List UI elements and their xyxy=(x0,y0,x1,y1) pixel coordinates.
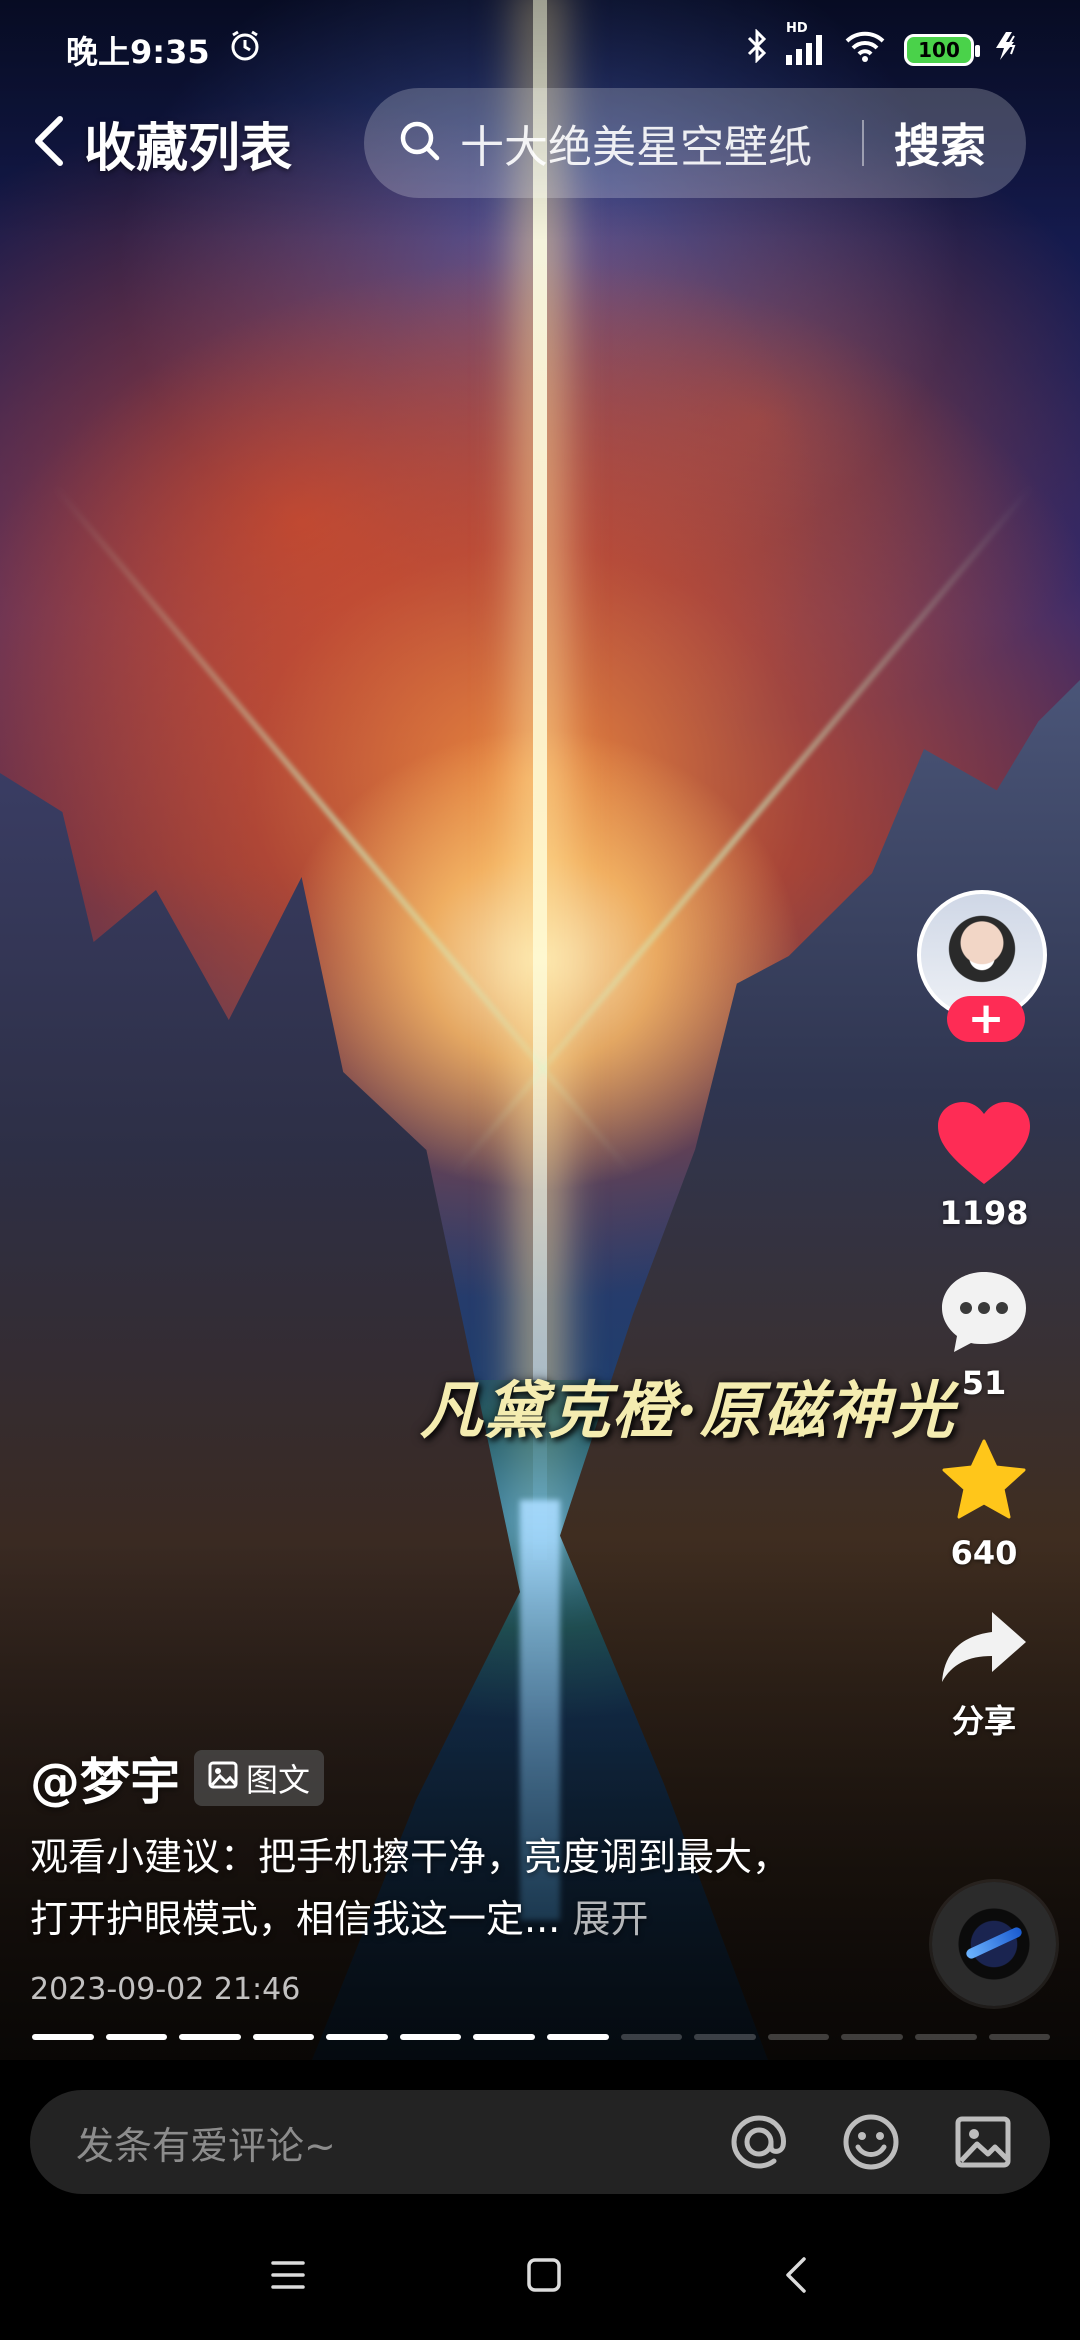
comment-tools xyxy=(728,2111,1014,2173)
progress-segment xyxy=(32,2034,94,2040)
alarm-icon xyxy=(228,29,262,71)
progress-segment xyxy=(473,2034,536,2040)
back-icon[interactable] xyxy=(782,2255,810,2295)
action-rail: + 1198 51 640 分享 xyxy=(904,890,1064,1742)
progress-segment xyxy=(767,2034,830,2040)
chevron-left-icon xyxy=(30,113,70,173)
system-nav-bar xyxy=(0,2210,1080,2340)
image-icon xyxy=(208,1759,238,1797)
comment-button[interactable]: 51 xyxy=(938,1268,1030,1402)
top-nav: 收藏列表 十大绝美星空壁纸 搜索 xyxy=(0,88,1080,200)
page-title: 收藏列表 xyxy=(84,118,293,179)
search-button[interactable]: 搜索 xyxy=(894,110,986,176)
progress-segment xyxy=(694,2034,756,2040)
search-divider xyxy=(862,120,864,166)
search-bar[interactable]: 十大绝美星空壁纸 搜索 xyxy=(364,88,1026,198)
comment-area: 发条有爱评论~ xyxy=(0,2060,1080,2210)
progress-segment xyxy=(547,2034,609,2040)
author-name[interactable]: @梦宇 xyxy=(30,1742,180,1814)
battery-icon: 100 xyxy=(904,34,980,66)
comment-input[interactable]: 发条有爱评论~ xyxy=(76,2115,728,2170)
comment-bubble-icon xyxy=(938,1268,1030,1360)
progress-segment xyxy=(914,2034,977,2040)
post-type-badge: 图文 xyxy=(194,1750,325,1806)
star-icon xyxy=(938,1438,1030,1530)
at-mention-icon[interactable] xyxy=(728,2111,790,2173)
heart-icon xyxy=(936,1100,1032,1190)
signal-icon: HD xyxy=(786,21,826,65)
search-input[interactable]: 十大绝美星空壁纸 xyxy=(460,111,832,175)
post-type-label: 图文 xyxy=(246,1761,311,1799)
back-button[interactable]: 收藏列表 xyxy=(30,108,293,179)
expand-link[interactable]: 展开 xyxy=(572,1897,648,1941)
home-icon[interactable] xyxy=(526,2257,562,2293)
author-avatar-group: + xyxy=(917,890,1051,1050)
image-picker-icon[interactable] xyxy=(952,2111,1014,2173)
charging-icon xyxy=(992,30,1022,70)
share-button[interactable]: 分享 xyxy=(938,1608,1030,1742)
emoji-icon[interactable] xyxy=(840,2111,902,2173)
follow-button[interactable]: + xyxy=(947,996,1025,1042)
progress-segment xyxy=(179,2034,241,2040)
progress-segment xyxy=(105,2034,168,2040)
comment-input-bar[interactable]: 发条有爱评论~ xyxy=(30,2090,1050,2194)
progress-segment xyxy=(841,2034,903,2040)
share-arrow-icon xyxy=(938,1608,1030,1692)
menu-icon[interactable] xyxy=(270,2259,306,2291)
clock: 晚上9:35 xyxy=(66,33,210,71)
author-row: @梦宇 图文 xyxy=(30,1742,325,1814)
comment-count: 51 xyxy=(961,1364,1007,1402)
status-bar: 晚上9:35 HD 100 xyxy=(0,0,1080,100)
post-description: 观看小建议：把手机擦干净，亮度调到最大，打开护眼模式，相信我这一定... 展开 xyxy=(30,1826,810,1950)
wifi-icon xyxy=(844,30,886,70)
description-text: 观看小建议：把手机擦干净，亮度调到最大，打开护眼模式，相信我这一定... xyxy=(30,1835,791,1941)
favorite-count: 640 xyxy=(950,1534,1018,1572)
favorite-button[interactable]: 640 xyxy=(938,1438,1030,1572)
screen: 凡黛克橙·原磁神光 晚上9:35 HD 100 收藏列表 十大绝美星空壁纸 搜索… xyxy=(0,0,1080,2340)
like-count: 1198 xyxy=(939,1194,1029,1232)
progress-segment xyxy=(399,2034,462,2040)
like-button[interactable]: 1198 xyxy=(936,1100,1032,1232)
share-label: 分享 xyxy=(951,1702,1016,1740)
post-date: 2023-09-02 21:46 xyxy=(30,1972,301,2007)
bluetooth-icon xyxy=(746,28,768,71)
progress-segment xyxy=(620,2034,683,2040)
progress-segment xyxy=(326,2034,388,2040)
search-icon xyxy=(398,119,442,167)
network-label: HD xyxy=(786,21,808,36)
progress-segment xyxy=(988,2034,1051,2040)
music-disc-icon[interactable] xyxy=(932,1882,1056,2006)
progress-segment xyxy=(252,2034,315,2040)
image-progress-indicator xyxy=(32,2034,1051,2040)
